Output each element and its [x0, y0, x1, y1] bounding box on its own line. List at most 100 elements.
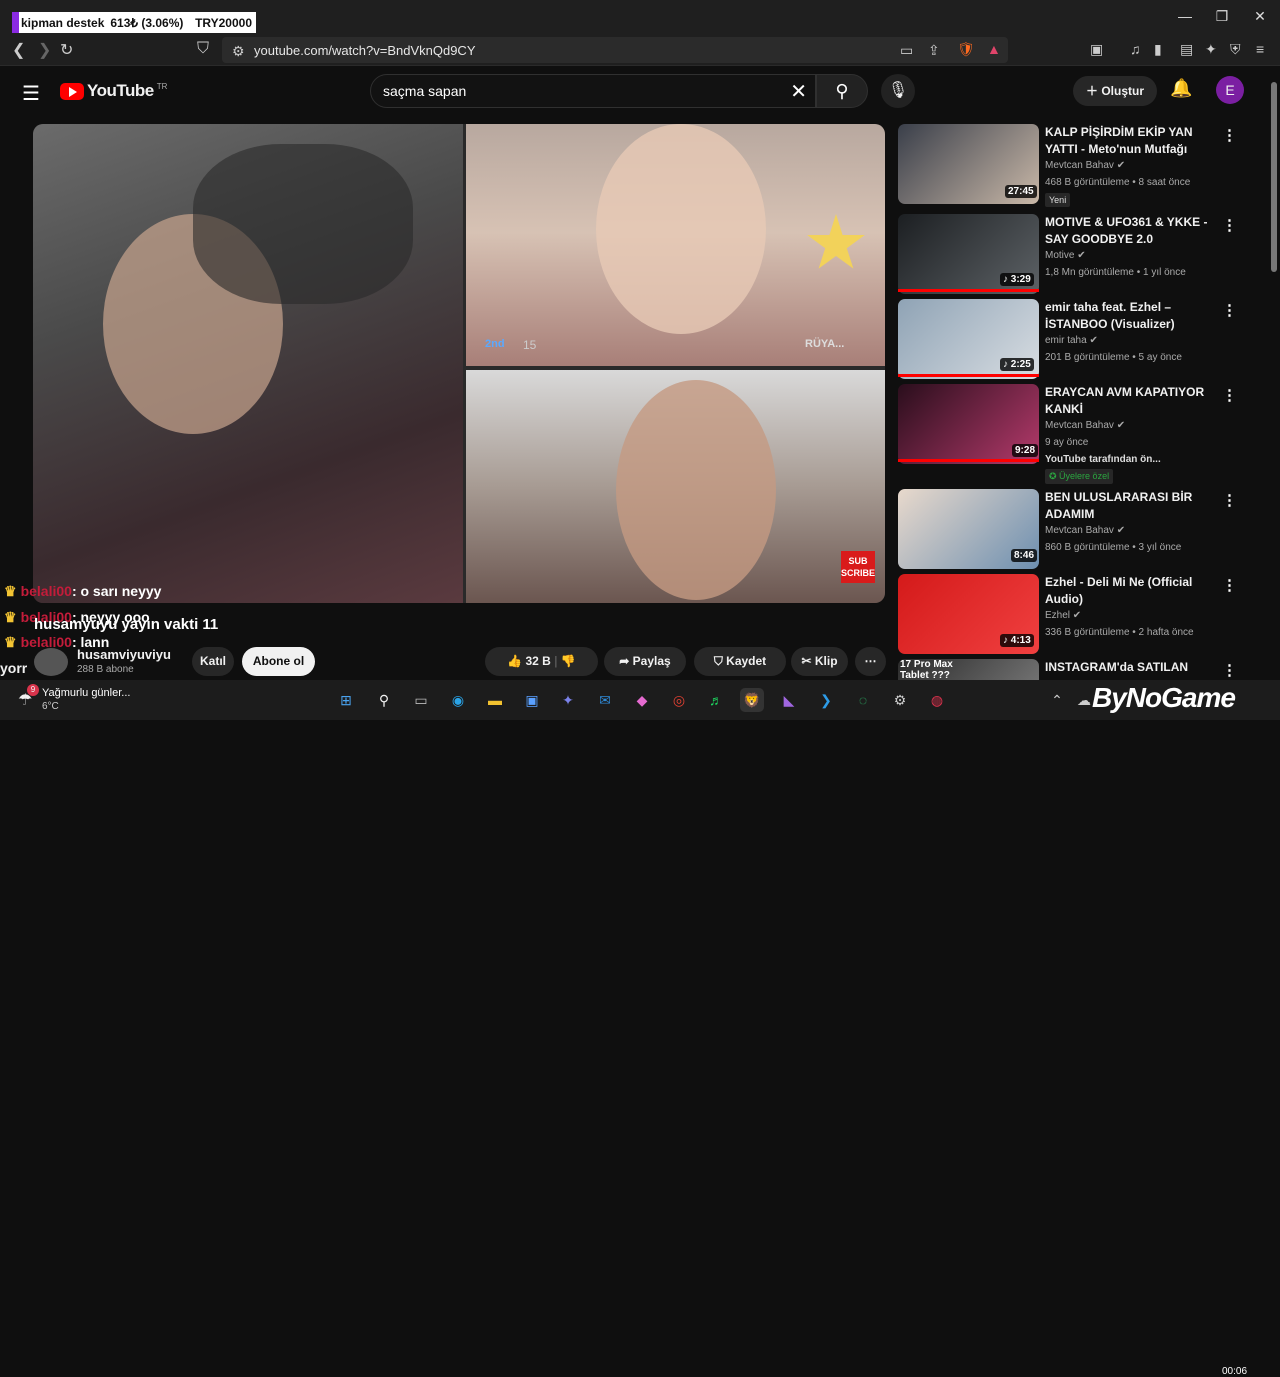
- search-input[interactable]: saçma sapan: [383, 83, 466, 99]
- video-meta: 9 ay önce: [1045, 437, 1089, 448]
- channel-name[interactable]: Mevtcan Bahav ✔: [1045, 525, 1125, 536]
- bookmark-icon[interactable]: ⛉: [197, 40, 209, 58]
- save-button[interactable]: ⛉ Kaydet: [694, 647, 786, 676]
- brave-shields-icon[interactable]: 🛡: [957, 41, 975, 58]
- loading-app-icon[interactable]: ◌: [851, 688, 875, 712]
- site-settings-icon[interactable]: ⚙: [232, 43, 245, 60]
- subscribe-line1: SUB: [848, 556, 868, 566]
- more-actions-button[interactable]: ⋯: [855, 647, 886, 676]
- clear-search-icon[interactable]: ✕: [790, 79, 807, 104]
- clock[interactable]: 00:06: [1222, 1366, 1247, 1377]
- spotify-icon[interactable]: ♬: [704, 688, 728, 712]
- share-page-icon[interactable]: ⇪: [928, 42, 940, 59]
- maximize-icon[interactable]: ❐: [1212, 8, 1232, 25]
- bynogame-watermark: ByNoGame: [1092, 682, 1236, 713]
- kebab-menu-icon[interactable]: ⋮: [1222, 661, 1237, 679]
- video-title[interactable]: emir taha feat. Ezhel – İSTANBOO (Visual…: [1045, 299, 1219, 333]
- search-taskbar-icon[interactable]: ⚲: [372, 688, 396, 712]
- recommendation-item[interactable]: 9:28 ERAYCAN AVM KAPATIYOR KANKİ Mevtcan…: [898, 384, 1258, 484]
- address-bar[interactable]: ⚙ youtube.com/watch?v=BndVknQd9CY ▭ ⇪ 🛡 …: [222, 37, 1008, 63]
- share-button[interactable]: ➦ Paylaş: [604, 647, 686, 676]
- cast-icon[interactable]: ▭: [900, 42, 913, 59]
- kebab-menu-icon[interactable]: ⋮: [1222, 126, 1237, 144]
- channel-name[interactable]: Motive ✔: [1045, 250, 1086, 261]
- close-window-icon[interactable]: ✕: [1250, 8, 1270, 25]
- wallet-icon[interactable]: ▤: [1180, 41, 1193, 58]
- channel-avatar[interactable]: [34, 648, 68, 676]
- monitor-app-icon[interactable]: ◍: [925, 688, 949, 712]
- thumbs-down-icon[interactable]: 👎: [561, 654, 576, 668]
- kebab-menu-icon[interactable]: ⋮: [1222, 491, 1237, 509]
- music-icon[interactable]: ♫: [1130, 41, 1141, 57]
- account-avatar[interactable]: E: [1216, 76, 1244, 104]
- vscode-icon[interactable]: ❯: [814, 688, 838, 712]
- reload-icon[interactable]: ↻: [60, 40, 73, 60]
- search-button[interactable]: ⚲: [816, 74, 868, 108]
- store-icon[interactable]: ▣: [520, 688, 544, 712]
- recommendation-item[interactable]: ♪ 3:29 MOTIVE & UFO361 & YKKE - SAY GOOD…: [898, 214, 1258, 294]
- kebab-menu-icon[interactable]: ⋮: [1222, 576, 1237, 594]
- video-title[interactable]: KALP PİŞİRDİM EKİP YAN YATTI - Meto'nun …: [1045, 124, 1219, 158]
- vpn-icon[interactable]: ⛨: [1230, 41, 1241, 58]
- donation-amount: 613₺ (3.06%): [110, 15, 184, 30]
- recommendation-item[interactable]: 17 Pro Max Tablet ??? INSTAGRAM'da SATIL…: [898, 659, 1258, 680]
- recommendation-item[interactable]: 8:46 BEN ULUSLARARASI BİR ADAMIM Mevtcan…: [898, 489, 1258, 569]
- recommendation-item[interactable]: ♪ 4:13 Ezhel - Deli Mi Ne (Official Audi…: [898, 574, 1258, 654]
- watch-progress-bar: [898, 289, 1039, 292]
- create-label: Oluştur: [1101, 84, 1144, 98]
- rewards-icon[interactable]: ▲: [987, 41, 1001, 57]
- reader-icon[interactable]: ▣: [1090, 41, 1103, 58]
- outlook-icon[interactable]: ✉: [593, 688, 617, 712]
- video-title[interactable]: Ezhel - Deli Mi Ne (Official Audio): [1045, 574, 1219, 608]
- video-title[interactable]: INSTAGRAM'da SATILAN: [1045, 659, 1219, 676]
- channel-name[interactable]: husamviyuviyu: [77, 647, 171, 662]
- weather-text[interactable]: Yağmurlu günler...: [42, 687, 130, 699]
- like-dislike-group[interactable]: 👍 32 B | 👎: [485, 647, 598, 676]
- kebab-menu-icon[interactable]: ⋮: [1222, 386, 1237, 404]
- subscriber-count: 288 B abone: [77, 664, 134, 675]
- create-button[interactable]: ＋ Oluştur: [1073, 76, 1157, 106]
- channel-name-overlay: yorr: [0, 660, 28, 676]
- minimize-icon[interactable]: —: [1175, 8, 1195, 24]
- scrollbar-thumb[interactable]: [1271, 82, 1277, 272]
- tray-chevron-icon[interactable]: ⌃: [1045, 688, 1069, 712]
- video-player[interactable]: 2nd 15 RÜYA... SUB SCRIBE: [33, 124, 885, 603]
- search-box[interactable]: saçma sapan ✕: [370, 74, 816, 108]
- voice-search-button[interactable]: 🎙: [881, 74, 915, 108]
- notifications-bell-icon[interactable]: 🔔: [1170, 78, 1192, 99]
- kebab-menu-icon[interactable]: ⋮: [1222, 216, 1237, 234]
- steam-icon[interactable]: ⚙: [888, 688, 912, 712]
- visual-studio-icon[interactable]: ◣: [777, 688, 801, 712]
- leo-ai-icon[interactable]: ✦: [1205, 41, 1217, 58]
- sidebar-icon[interactable]: ▮: [1154, 41, 1162, 58]
- youtube-logo[interactable]: YouTube TR: [60, 81, 167, 101]
- channel-name[interactable]: Mevtcan Bahav ✔: [1045, 160, 1125, 171]
- video-title[interactable]: MOTIVE & UFO361 & YKKE - SAY GOODBYE 2.0: [1045, 214, 1219, 248]
- app-icon[interactable]: ◆: [630, 688, 654, 712]
- url-text[interactable]: youtube.com/watch?v=BndVknQd9CY: [254, 43, 476, 58]
- video-title[interactable]: BEN ULUSLARARASI BİR ADAMIM: [1045, 489, 1219, 523]
- forward-icon[interactable]: ❯: [38, 40, 51, 60]
- recommendation-item[interactable]: 27:45 KALP PİŞİRDİM EKİP YAN YATTI - Met…: [898, 124, 1258, 207]
- channel-name[interactable]: emir taha ✔: [1045, 335, 1098, 346]
- verified-icon: ✔: [1077, 250, 1086, 261]
- channel-name[interactable]: Mevtcan Bahav ✔: [1045, 420, 1125, 431]
- clip-button[interactable]: ✂ Klip: [791, 647, 848, 676]
- video-title[interactable]: ERAYCAN AVM KAPATIYOR KANKİ: [1045, 384, 1219, 418]
- start-icon[interactable]: ⊞: [334, 688, 358, 712]
- menu-icon[interactable]: ≡: [1256, 41, 1264, 57]
- channel-name[interactable]: Ezhel ✔: [1045, 610, 1081, 621]
- kebab-menu-icon[interactable]: ⋮: [1222, 301, 1237, 319]
- recommendation-item[interactable]: ♪ 2:25 emir taha feat. Ezhel – İSTANBOO …: [898, 299, 1258, 379]
- edge-icon[interactable]: ◉: [446, 688, 470, 712]
- thumbs-up-icon[interactable]: 👍: [507, 654, 522, 668]
- brave-icon[interactable]: 🦁: [740, 688, 764, 712]
- back-icon[interactable]: ❮: [12, 40, 25, 60]
- chrome-icon[interactable]: ◎: [667, 688, 691, 712]
- teams-icon[interactable]: ✦: [556, 688, 580, 712]
- subscribe-button[interactable]: Abone ol: [242, 647, 315, 676]
- join-button[interactable]: Katıl: [192, 647, 234, 676]
- task-view-icon[interactable]: ▭: [409, 688, 433, 712]
- file-explorer-icon[interactable]: ▬: [483, 688, 507, 712]
- hamburger-menu-icon[interactable]: ☰: [22, 81, 40, 106]
